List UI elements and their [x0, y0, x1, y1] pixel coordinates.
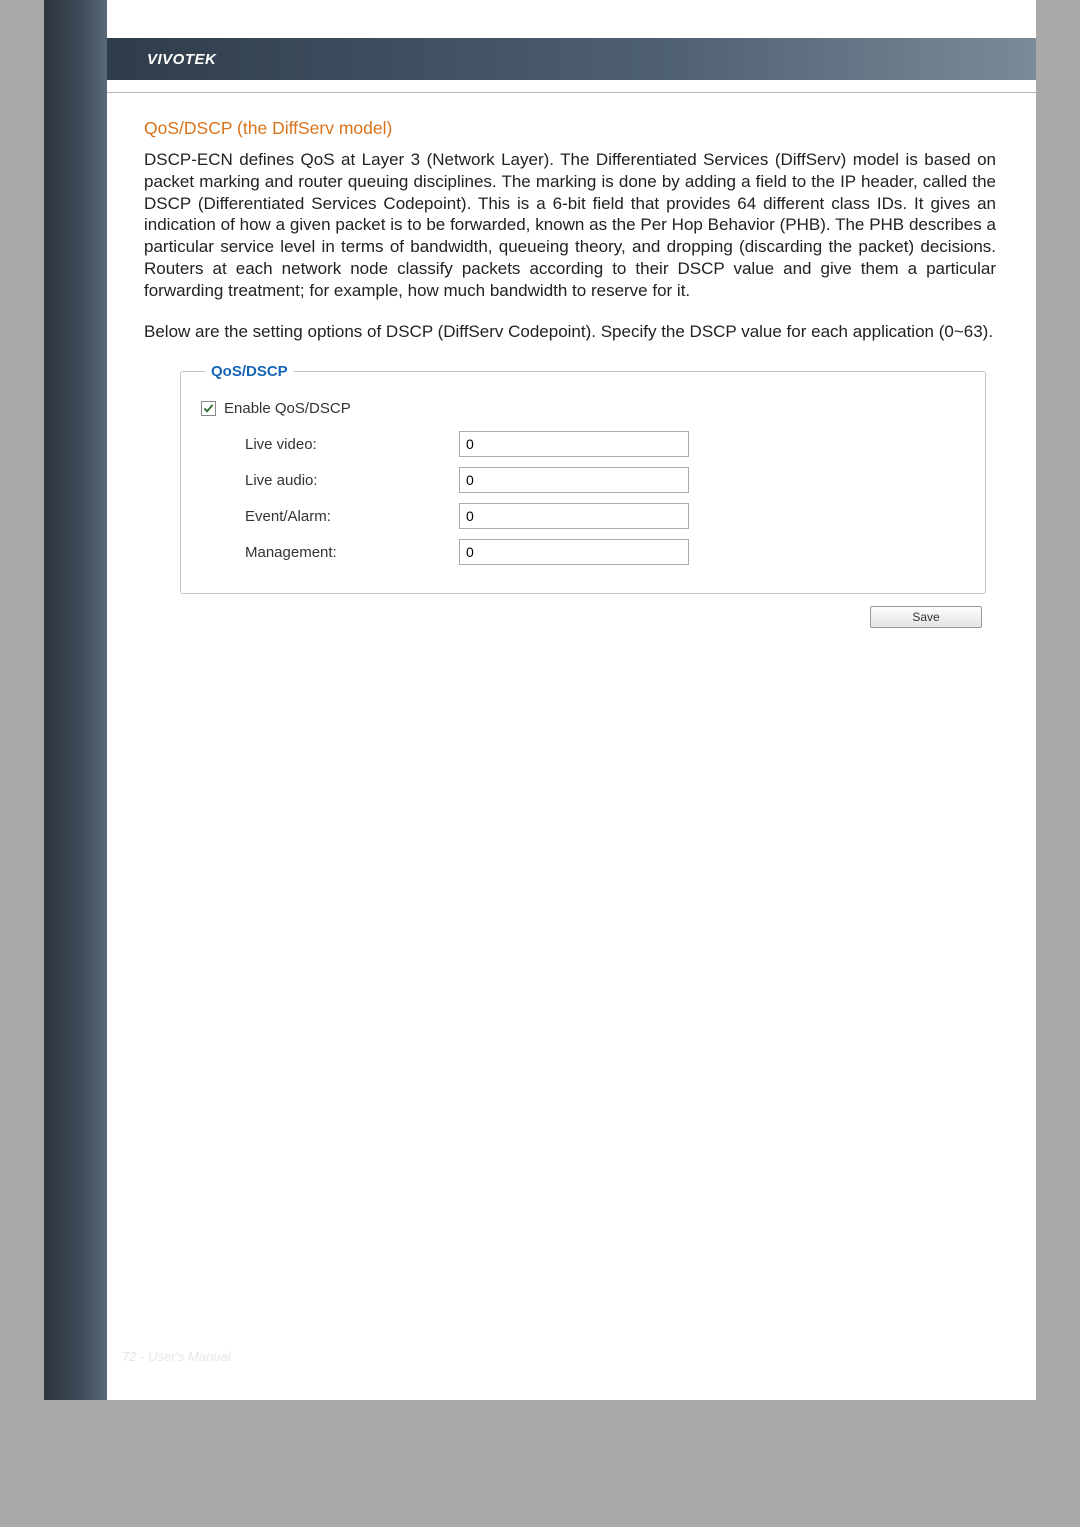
left-gutter [44, 0, 107, 1400]
content: QoS/DSCP (the DiffServ model) DSCP-ECN d… [144, 118, 996, 628]
event-alarm-row: Event/Alarm: [199, 503, 967, 529]
header-band: VIVOTEK [107, 38, 1036, 80]
live-video-input[interactable] [459, 431, 689, 457]
page: VIVOTEK QoS/DSCP (the DiffServ model) DS… [44, 0, 1036, 1400]
intro-paragraph-1: DSCP-ECN defines QoS at Layer 3 (Network… [144, 149, 996, 301]
qos-dscp-panel: QoS/DSCP Enable QoS/DSCP Live video: Liv… [180, 363, 986, 594]
checkmark-icon [203, 403, 214, 414]
event-alarm-label: Event/Alarm: [199, 508, 459, 525]
brand-label: VIVOTEK [147, 51, 216, 68]
panel-wrap: QoS/DSCP Enable QoS/DSCP Live video: Liv… [180, 363, 986, 628]
panel-legend: QoS/DSCP [205, 363, 294, 380]
divider [107, 92, 1036, 93]
management-row: Management: [199, 539, 967, 565]
intro-paragraph-2: Below are the setting options of DSCP (D… [144, 321, 996, 343]
live-audio-input[interactable] [459, 467, 689, 493]
live-audio-label: Live audio: [199, 472, 459, 489]
enable-qos-checkbox[interactable] [201, 401, 216, 416]
live-video-label: Live video: [199, 436, 459, 453]
management-label: Management: [199, 544, 459, 561]
enable-qos-label: Enable QoS/DSCP [224, 400, 351, 417]
live-audio-row: Live audio: [199, 467, 967, 493]
save-button[interactable]: Save [870, 606, 982, 628]
enable-qos-row: Enable QoS/DSCP [201, 400, 967, 417]
save-row: Save [180, 606, 986, 628]
section-title: QoS/DSCP (the DiffServ model) [144, 118, 996, 139]
page-footer: 72 - User's Manual [122, 1349, 231, 1364]
management-input[interactable] [459, 539, 689, 565]
event-alarm-input[interactable] [459, 503, 689, 529]
live-video-row: Live video: [199, 431, 967, 457]
